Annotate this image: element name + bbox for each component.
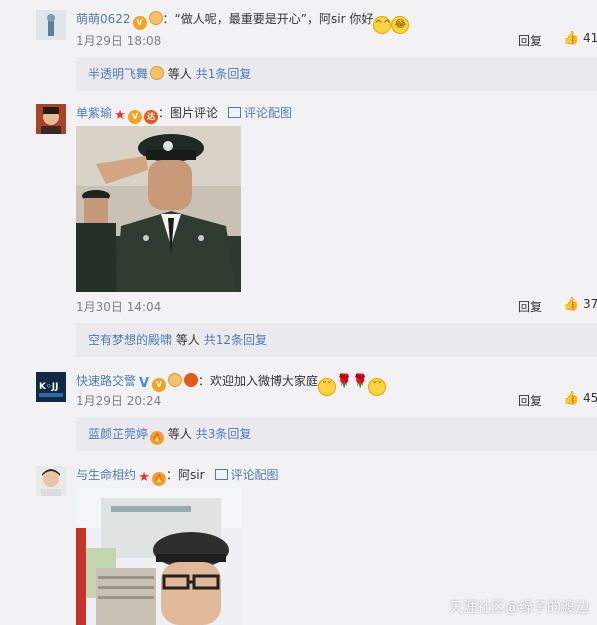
membership-icon[interactable]: 达 — [144, 110, 159, 124]
thumbs-up-icon: 👍 — [563, 391, 580, 406]
comment-picture[interactable] — [76, 488, 241, 625]
avatar[interactable] — [36, 466, 66, 496]
subreply-user[interactable]: 空有梦想的殿啸 — [88, 333, 172, 347]
rose-icon: 🌹 — [336, 374, 353, 389]
comment-text: ：阿sir — [166, 468, 205, 482]
comment-text: ：“做人呢，最重要是开心”，阿sir 你好 — [162, 12, 374, 26]
subreply-bar[interactable]: 半透明飞舞 等人 共1条回复 — [76, 57, 597, 91]
shy-emoji-icon: ˘˘ — [368, 378, 387, 396]
like-count: 45 — [583, 391, 597, 405]
like-button[interactable]: 👍 37 — [563, 297, 597, 312]
picture-icon — [228, 107, 242, 118]
smile-emoji-icon: ^^ — [373, 16, 392, 34]
verified-icon[interactable]: V — [138, 377, 150, 391]
subreply-suffix: 等人 — [175, 333, 200, 347]
subreply-user[interactable]: 半透明飞舞 — [88, 67, 148, 81]
fire-icon[interactable]: 🔥 — [152, 472, 167, 486]
avatar[interactable]: K◦JJ — [36, 372, 66, 402]
subreply-bar[interactable]: 蓝颜芷莞婷 🔥 等人 共3条回复 — [76, 417, 597, 451]
comment-picture-link[interactable]: 评论配图 — [244, 106, 292, 120]
subreply-count-link[interactable]: 共1条回复 — [196, 67, 252, 81]
subreply-bar[interactable]: 空有梦想的殿啸 等人 共12条回复 — [76, 323, 597, 357]
comment-text: ：欢迎加入微博大家庭 — [198, 374, 319, 388]
membership-icon[interactable] — [184, 373, 199, 387]
medal-icon[interactable] — [148, 11, 163, 25]
avatar[interactable] — [36, 104, 66, 134]
timestamp: 1月29日 20:24 — [76, 394, 162, 408]
comment-picture[interactable] — [76, 126, 241, 292]
crown-icon[interactable]: V — [132, 16, 147, 30]
like-button[interactable]: 👍 41 — [563, 31, 597, 46]
watermark: 天涯社区@绿子的渡边 — [449, 600, 589, 616]
reply-button[interactable]: 回复 — [518, 392, 542, 409]
username[interactable]: 萌萌0622 — [76, 12, 131, 26]
svg-text:K◦JJ: K◦JJ — [39, 382, 58, 392]
comment-picture-link[interactable]: 评论配图 — [231, 468, 279, 482]
comment-line: 单紫瑜 ★ V 达：图片评论 评论配图 — [76, 104, 292, 124]
medal-icon — [150, 66, 165, 80]
timestamp: 1月29日 18:08 — [76, 34, 162, 48]
star-icon[interactable]: ★ — [138, 471, 150, 485]
rose-icon: 🌹 — [352, 374, 369, 389]
thumbs-up-icon: 👍 — [563, 297, 580, 312]
username[interactable]: 快速路交警 — [76, 374, 136, 388]
avatar[interactable] — [36, 10, 66, 40]
subreply-count-link[interactable]: 共3条回复 — [196, 427, 252, 441]
subreply-suffix: 等人 — [167, 67, 192, 81]
comment-line: 与生命相约 ★ 🔥 ：阿sir 评论配图 — [76, 466, 279, 486]
subreply-user[interactable]: 蓝颜芷莞婷 — [88, 427, 148, 441]
comment-text: ：图片评论 — [158, 106, 219, 120]
fire-icon: 🔥 — [150, 431, 165, 445]
like-button[interactable]: 👍 45 — [563, 391, 597, 406]
timestamp: 1月30日 14:04 — [76, 300, 162, 314]
username[interactable]: 单紫瑜 — [76, 106, 112, 120]
laugh-emoji-icon: 😂 — [391, 16, 410, 34]
shy-emoji-icon: ˘˘ — [318, 378, 337, 396]
like-count: 41 — [583, 31, 597, 45]
picture-icon — [214, 469, 228, 480]
star-icon[interactable]: ★ — [114, 109, 126, 123]
username[interactable]: 与生命相约 — [76, 468, 136, 482]
comment-line: 萌萌0622 V ：“做人呢，最重要是开心”，阿sir 你好^^ 😂 — [76, 10, 410, 34]
like-count: 37 — [583, 297, 597, 311]
reply-button[interactable]: 回复 — [518, 298, 542, 315]
thumbs-up-icon: 👍 — [563, 31, 580, 46]
subreply-count-link[interactable]: 共12条回复 — [204, 333, 267, 347]
subreply-suffix: 等人 — [167, 427, 192, 441]
reply-button[interactable]: 回复 — [518, 32, 542, 49]
medal-icon[interactable] — [168, 373, 183, 387]
crown-icon[interactable]: V — [128, 110, 143, 124]
crown-icon[interactable]: V — [152, 378, 167, 392]
